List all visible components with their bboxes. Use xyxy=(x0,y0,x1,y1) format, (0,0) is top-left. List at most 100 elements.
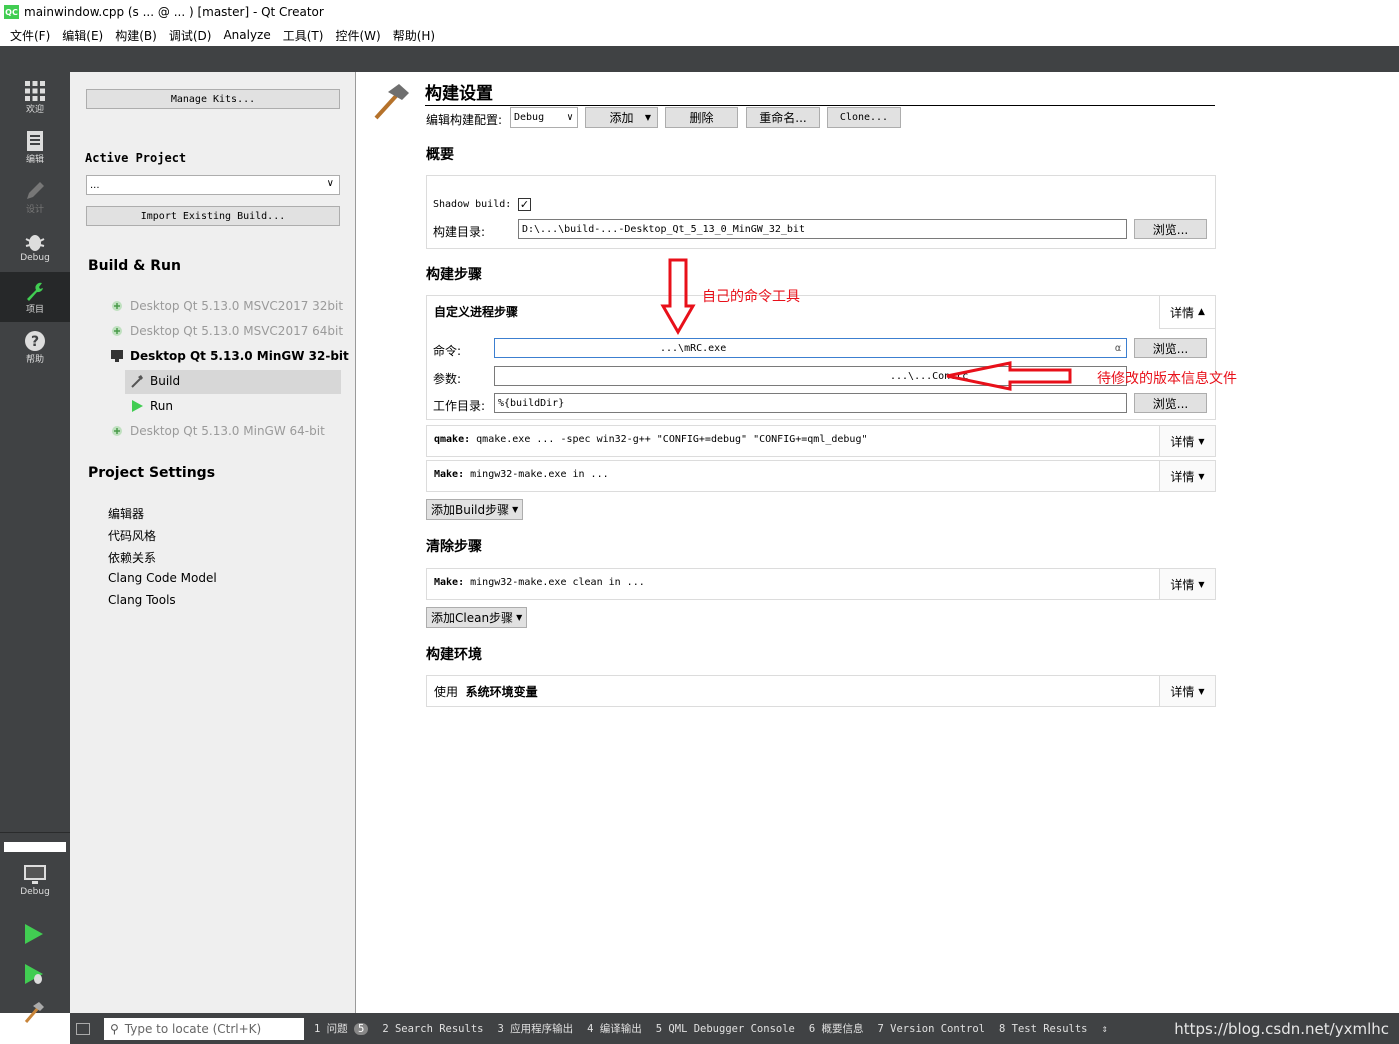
shadow-build-checkbox[interactable]: ✓ xyxy=(518,198,531,211)
output-tab-qml-console[interactable]: 5 QML Debugger Console xyxy=(656,1023,795,1035)
menu-help[interactable]: 帮助(H) xyxy=(387,27,441,44)
monitor-icon xyxy=(24,865,46,884)
build-dir-input[interactable]: D:\...\build-...-Desktop_Qt_5_13_0_MinGW… xyxy=(518,219,1127,239)
command-value: ...\mRC.exe xyxy=(660,342,727,354)
make-details-button[interactable]: 详情 ▼ xyxy=(1159,461,1215,491)
add-config-button[interactable]: 添加 ▼ xyxy=(585,107,658,128)
kit-run-item[interactable]: Run xyxy=(130,399,173,413)
ps-dependencies[interactable]: 依赖关系 xyxy=(108,549,156,566)
output-tab-issues[interactable]: 1 问题 5 xyxy=(314,1021,369,1036)
output-tab-search[interactable]: 2 Search Results xyxy=(382,1023,483,1035)
clean-step-summary: Make: mingw32-make.exe clean in ... xyxy=(434,577,645,588)
issues-label: 1 问题 xyxy=(314,1023,348,1035)
delete-config-button[interactable]: 删除 xyxy=(665,107,738,128)
menu-tools[interactable]: 工具(T) xyxy=(277,27,330,44)
make-prefix: Make: xyxy=(434,577,465,588)
chevron-down-icon: ∨ xyxy=(326,178,334,189)
build-dir-browse-button[interactable]: 浏览... xyxy=(1134,219,1207,239)
add-clean-step-label: 添加Clean步骤 xyxy=(431,611,514,625)
menu-edit[interactable]: 编辑(E) xyxy=(56,27,109,44)
menu-build[interactable]: 构建(B) xyxy=(109,27,163,44)
clone-config-button[interactable]: Clone... xyxy=(827,107,901,128)
mode-edit[interactable]: 编辑 xyxy=(0,122,70,172)
mode-welcome[interactable]: 欢迎 xyxy=(0,72,70,122)
menu-analyze[interactable]: Analyze xyxy=(217,28,276,42)
status-bar: ⚲ Type to locate (Ctrl+K) 1 问题 5 2 Searc… xyxy=(70,1013,1399,1044)
run-button[interactable] xyxy=(22,922,46,949)
chevron-down-icon: ▼ xyxy=(1198,579,1205,589)
manage-kits-button[interactable]: Manage Kits... xyxy=(86,89,340,109)
command-browse-button[interactable]: 浏览... xyxy=(1134,338,1207,358)
details-label: 详情 xyxy=(1170,684,1195,699)
mode-debug[interactable]: Debug xyxy=(0,222,70,272)
ps-editor[interactable]: 编辑器 xyxy=(108,505,144,522)
make-prefix: Make: xyxy=(434,469,465,480)
ps-clang-tools[interactable]: Clang Tools xyxy=(108,593,176,607)
workdir-label: 工作目录: xyxy=(433,399,486,413)
mode-debug-label: Debug xyxy=(20,253,50,263)
target-label: Debug xyxy=(20,887,50,897)
output-tab-app-output[interactable]: 3 应用程序输出 xyxy=(497,1021,573,1036)
output-tab-tests[interactable]: 8 Test Results xyxy=(999,1023,1088,1035)
rename-config-button[interactable]: 重命名... xyxy=(746,107,820,128)
output-tab-compile[interactable]: 4 编译输出 xyxy=(587,1021,642,1036)
kit-msvc64[interactable]: Desktop Qt 5.13.0 MSVC2017 64bit xyxy=(110,324,343,338)
monitor-icon xyxy=(111,350,123,362)
kit-mingw64[interactable]: Desktop Qt 5.13.0 MinGW 64-bit xyxy=(110,424,325,438)
debug-run-button[interactable] xyxy=(22,962,46,989)
build-steps-heading: 构建步骤 xyxy=(426,267,482,283)
details-label: 详情 xyxy=(1170,577,1195,592)
ps-clang-code-model[interactable]: Clang Code Model xyxy=(108,571,217,585)
active-project-combo[interactable]: ... ∨ xyxy=(86,175,340,195)
menu-bar: 文件(F) 编辑(E) 构建(B) 调试(D) Analyze 工具(T) 控件… xyxy=(0,24,1399,46)
grid-icon xyxy=(25,80,45,101)
make-step-summary: Make: mingw32-make.exe in ... xyxy=(434,469,609,480)
chevron-down-icon: ∨ xyxy=(566,112,573,123)
env-details-button[interactable]: 详情 ▼ xyxy=(1159,676,1215,706)
menu-window[interactable]: 控件(W) xyxy=(329,27,386,44)
kit-build-label: Build xyxy=(150,374,181,388)
import-build-button[interactable]: Import Existing Build... xyxy=(86,206,340,226)
qmake-details-button[interactable]: 详情 ▼ xyxy=(1159,426,1215,456)
menu-file[interactable]: 文件(F) xyxy=(4,27,56,44)
bug-icon xyxy=(25,235,45,251)
workdir-browse-button[interactable]: 浏览... xyxy=(1134,393,1207,413)
clean-steps-heading: 清除步骤 xyxy=(426,539,482,555)
version-file-annotation: 待修改的版本信息文件 xyxy=(1097,371,1237,387)
clean-details-button[interactable]: 详情 ▼ xyxy=(1159,569,1215,599)
dropdown-arrow-icon: ▼ xyxy=(516,613,523,622)
details-label: 详情 xyxy=(1170,434,1195,449)
mode-help[interactable]: ? 帮助 xyxy=(0,322,70,372)
kit-mingw32[interactable]: Desktop Qt 5.13.0 MinGW 32-bit xyxy=(110,349,349,363)
qmake-step-box: qmake: qmake.exe ... -spec win32-g++ "CO… xyxy=(426,425,1216,457)
locator-input[interactable]: ⚲ Type to locate (Ctrl+K) xyxy=(104,1017,304,1040)
custom-step-details-button[interactable]: 详情 ▲ xyxy=(1159,296,1215,329)
ps-code-style[interactable]: 代码风格 xyxy=(108,527,156,544)
menu-debug[interactable]: 调试(D) xyxy=(163,27,218,44)
search-icon: ⚲ xyxy=(110,1021,119,1036)
workdir-input[interactable]: %{buildDir} xyxy=(494,393,1127,413)
add-config-label: 添加 xyxy=(609,111,634,125)
command-input[interactable]: ...\mRC.exe α xyxy=(494,338,1127,358)
mode-design-label: 设计 xyxy=(25,204,44,215)
kit-name: Desktop Qt 5.13.0 MinGW 32-bit xyxy=(130,349,349,363)
custom-step-title: 自定义进程步骤 xyxy=(434,305,519,319)
mode-projects[interactable]: 项目 xyxy=(0,272,70,322)
left-arrow-annotation xyxy=(946,361,1072,391)
build-button[interactable] xyxy=(22,1000,46,1027)
build-env-box: 使用 系统环境变量 详情 ▼ xyxy=(426,675,1216,707)
output-tab-general[interactable]: 6 概要信息 xyxy=(809,1021,864,1036)
add-clean-step-button[interactable]: 添加Clean步骤 ▼ xyxy=(426,607,528,628)
kit-run-label: Run xyxy=(150,399,174,413)
dropdown-arrow-icon: ▼ xyxy=(644,113,651,122)
mode-design[interactable]: 设计 xyxy=(0,172,70,222)
variable-chooser-icon[interactable]: α xyxy=(1115,343,1121,354)
sidebar-toggle-icon[interactable] xyxy=(76,1022,90,1035)
build-config-combo[interactable]: Debug ∨ xyxy=(510,107,578,128)
args-label: 参数: xyxy=(433,372,462,386)
more-tabs-icon[interactable]: ⇕ xyxy=(1102,1023,1108,1035)
add-build-step-button[interactable]: 添加Build步骤 ▼ xyxy=(426,499,524,520)
output-tab-vcs[interactable]: 7 Version Control xyxy=(878,1023,985,1035)
target-selector[interactable]: Debug xyxy=(0,854,70,906)
kit-msvc32[interactable]: Desktop Qt 5.13.0 MSVC2017 32bit xyxy=(110,299,343,313)
